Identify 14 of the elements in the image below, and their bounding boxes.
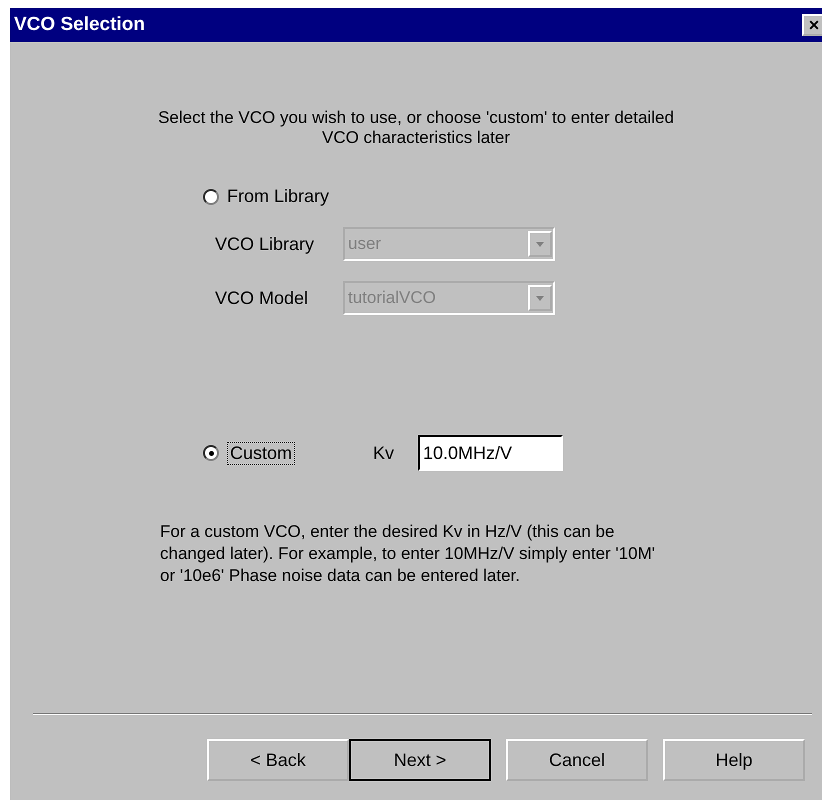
help-text: For a custom VCO, enter the desired Kv in Hz/V (this can be changed later). For example, to enter 10MHz/V simply enter '10M' or '10e6' Phase noise data can be entered later. <box>160 521 656 587</box>
field-label: VCO Model <box>215 288 310 308</box>
radio-label[interactable]: Custom <box>227 442 296 464</box>
radio-label[interactable]: From Library <box>227 186 330 207</box>
instruction-text: Select the VCO you wish to use, or choose 'custom' to enter detailed VCO characteristics later <box>157 108 675 148</box>
dialog-button[interactable]: Next > <box>349 739 491 781</box>
dialog-button[interactable]: < Back <box>207 739 349 781</box>
field-label: VCO Library <box>215 234 316 254</box>
dialog-button[interactable]: Help <box>663 739 805 781</box>
window-title: VCO Selection <box>14 14 145 36</box>
field-label: Kv <box>373 442 396 464</box>
close-button[interactable]: × <box>802 14 822 36</box>
input-field[interactable]: 10.0MHz/V <box>418 435 564 471</box>
dialog-button[interactable]: Cancel <box>506 739 648 781</box>
